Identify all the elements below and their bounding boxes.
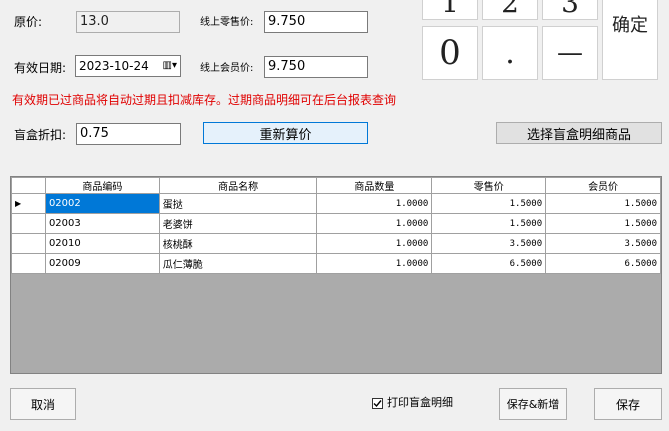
cell-retail[interactable]: 1.5000 xyxy=(431,193,547,214)
cell-code[interactable]: 02010 xyxy=(44,233,160,254)
select-blindbox-items-button[interactable]: 选择盲盒明细商品 xyxy=(496,122,662,144)
column-header-qty[interactable]: 商品数量 xyxy=(316,177,433,194)
online-retail-field[interactable]: 9.750 xyxy=(264,11,368,33)
recalc-price-button[interactable]: 重新算价 xyxy=(203,122,368,144)
cell-name[interactable]: 老婆饼 xyxy=(158,213,318,234)
row-indicator[interactable]: ▶ xyxy=(11,193,46,214)
row-header[interactable] xyxy=(11,233,46,254)
discount-label: 盲盒折扣: xyxy=(14,128,67,142)
keypad-key-1[interactable]: 1 xyxy=(422,0,478,20)
cell-name[interactable]: 核桃酥 xyxy=(158,233,318,254)
print-detail-checkbox-group[interactable]: 打印盲盒明细 xyxy=(372,395,453,411)
cell-member[interactable]: 3.5000 xyxy=(545,233,661,254)
cell-member[interactable]: 1.5000 xyxy=(545,193,661,214)
table-row[interactable]: 02009 瓜仁薄脆 1.0000 6.5000 6.5000 xyxy=(11,253,661,274)
keypad-key-0[interactable]: 0 xyxy=(422,26,478,80)
keypad-key-minus[interactable]: — xyxy=(542,26,598,80)
cell-retail[interactable]: 3.5000 xyxy=(431,233,547,254)
cell-member[interactable]: 1.5000 xyxy=(545,213,661,234)
expiry-warning-text: 有效期已过商品将自动过期且扣减库存。过期商品明细可在后台报表查询 xyxy=(12,93,397,107)
cancel-button[interactable]: 取消 xyxy=(10,388,76,420)
column-header-name[interactable]: 商品名称 xyxy=(158,177,318,194)
cell-qty[interactable]: 1.0000 xyxy=(316,233,433,254)
discount-field[interactable]: 0.75 xyxy=(76,123,181,145)
table-row[interactable]: ▶ 02002 蛋挞 1.0000 1.5000 1.5000 xyxy=(11,193,661,214)
keypad-key-dot[interactable]: . xyxy=(482,26,538,80)
checkmark-icon xyxy=(373,399,382,407)
cell-code[interactable]: 02009 xyxy=(44,253,160,274)
online-member-field[interactable]: 9.750 xyxy=(264,56,368,78)
items-table: 商品编码 商品名称 商品数量 零售价 会员价 ▶ 02002 蛋挞 1.0000… xyxy=(11,177,661,274)
grid-header-row: 商品编码 商品名称 商品数量 零售价 会员价 xyxy=(11,177,661,194)
cell-retail[interactable]: 6.5000 xyxy=(431,253,547,274)
cell-code[interactable]: 02002 xyxy=(44,193,160,214)
cell-retail[interactable]: 1.5000 xyxy=(431,213,547,234)
save-button[interactable]: 保存 xyxy=(594,388,662,420)
row-header[interactable] xyxy=(11,253,46,274)
print-detail-checkbox[interactable] xyxy=(372,397,383,409)
column-header-retail[interactable]: 零售价 xyxy=(431,177,547,194)
online-retail-label: 线上零售价: xyxy=(200,17,254,28)
valid-date-picker[interactable]: 2023-10-24 ▥▾ xyxy=(75,55,181,77)
cell-qty[interactable]: 1.0000 xyxy=(316,193,433,214)
row-header[interactable] xyxy=(11,213,46,234)
cell-member[interactable]: 6.5000 xyxy=(545,253,661,274)
online-member-label: 线上会员价: xyxy=(200,63,254,74)
cell-name[interactable]: 蛋挞 xyxy=(158,193,318,214)
cell-qty[interactable]: 1.0000 xyxy=(316,253,433,274)
keypad-key-3[interactable]: 3 xyxy=(542,0,598,20)
calendar-dropdown-icon[interactable]: ▥▾ xyxy=(163,56,177,76)
cell-qty[interactable]: 1.0000 xyxy=(316,213,433,234)
keypad-confirm-button[interactable]: 确定 xyxy=(602,0,658,80)
save-and-new-button[interactable]: 保存&新增 xyxy=(499,388,567,420)
print-detail-label: 打印盲盒明细 xyxy=(387,396,453,409)
cell-code[interactable]: 02003 xyxy=(44,213,160,234)
keypad-key-2[interactable]: 2 xyxy=(482,0,538,20)
valid-date-label: 有效日期: xyxy=(14,61,67,75)
original-price-label: 原价: xyxy=(14,15,43,29)
valid-date-value: 2023-10-24 xyxy=(79,59,149,73)
cell-name[interactable]: 瓜仁薄脆 xyxy=(158,253,318,274)
blindbox-items-grid[interactable]: 商品编码 商品名称 商品数量 零售价 会员价 ▶ 02002 蛋挞 1.0000… xyxy=(10,176,662,374)
table-row[interactable]: 02010 核桃酥 1.0000 3.5000 3.5000 xyxy=(11,233,661,254)
column-header-member[interactable]: 会员价 xyxy=(545,177,661,194)
column-header-code[interactable]: 商品编码 xyxy=(44,177,160,194)
table-row[interactable]: 02003 老婆饼 1.0000 1.5000 1.5000 xyxy=(11,213,661,234)
original-price-field: 13.0 xyxy=(76,11,180,33)
row-header-corner xyxy=(11,177,46,194)
